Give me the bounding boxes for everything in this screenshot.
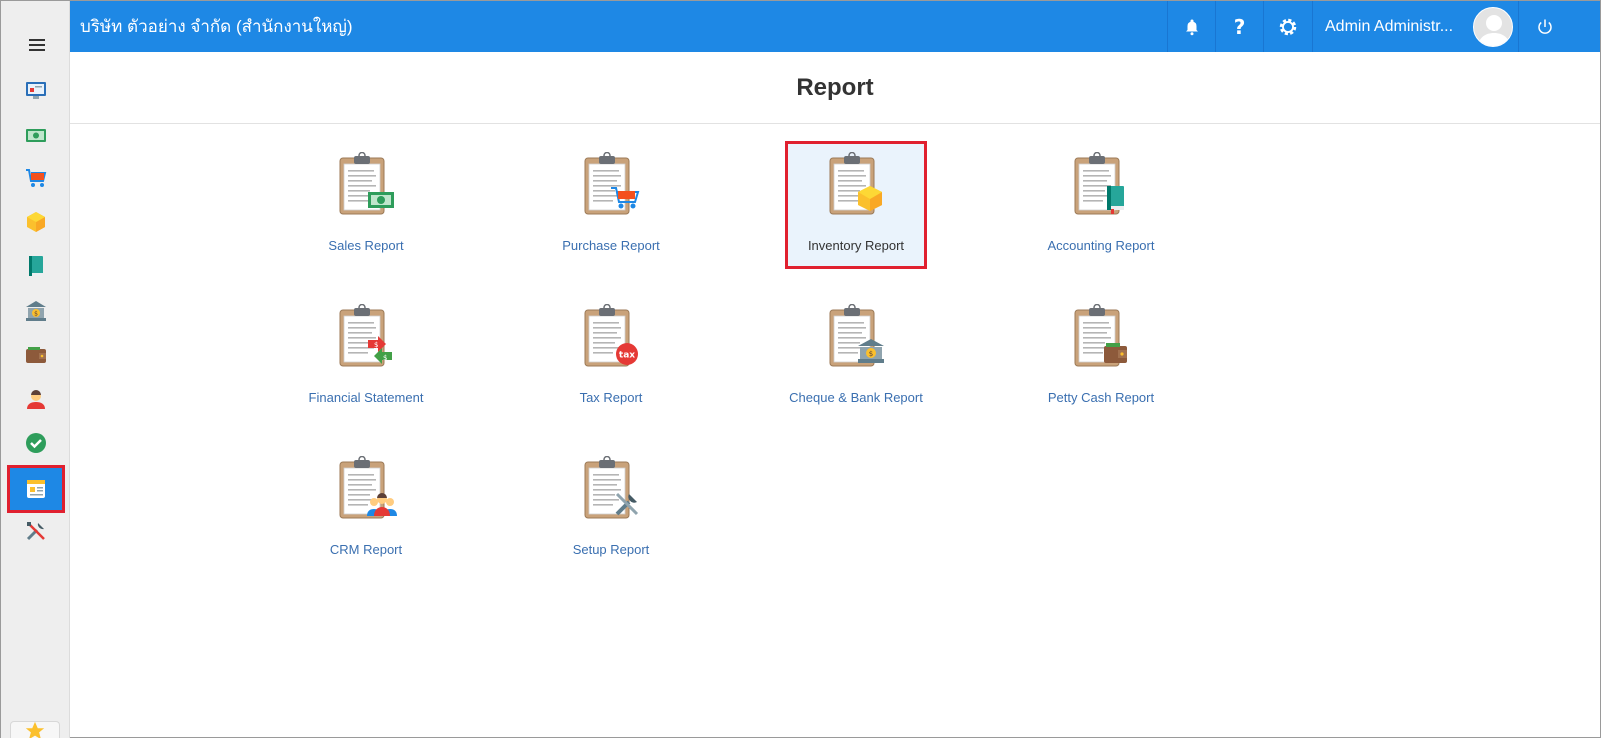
report-icon xyxy=(27,480,45,498)
sidebar-item-petty-cash[interactable] xyxy=(1,335,70,375)
svg-text:$: $ xyxy=(869,350,873,358)
menu-icon[interactable] xyxy=(29,39,45,51)
sales-report-icon xyxy=(339,152,394,215)
sidebar: $ xyxy=(1,1,70,738)
sidebar-item-approve[interactable] xyxy=(1,423,70,463)
check-icon xyxy=(25,433,46,453)
svg-text:$: $ xyxy=(383,354,387,362)
tile-crm-report[interactable]: CRM Report xyxy=(298,448,434,570)
user-name: Admin Administr... xyxy=(1325,17,1454,35)
sidebar-item-report[interactable] xyxy=(7,465,65,513)
page-header: Report xyxy=(70,52,1600,124)
financial-statement-icon: $$ xyxy=(339,304,392,367)
settings-button[interactable] xyxy=(1263,1,1312,52)
tile-accounting-report[interactable]: Accounting Report xyxy=(1033,144,1169,266)
power-icon xyxy=(1537,19,1552,34)
cart-icon xyxy=(25,169,46,187)
tile-label: Financial Statement xyxy=(308,390,424,405)
page-title: Report xyxy=(796,73,874,101)
sidebar-item-purchase[interactable] xyxy=(1,158,70,198)
box-icon xyxy=(26,212,45,232)
crm-report-icon xyxy=(339,456,397,519)
top-bar: บริษัท ตัวอย่าง จำกัด (สำนักงานใหญ่) ? A… xyxy=(70,1,1600,52)
sidebar-item-sales[interactable] xyxy=(1,115,70,155)
purchase-report-icon xyxy=(584,152,640,215)
star-icon xyxy=(25,722,45,738)
tile-purchase-report[interactable]: Purchase Report xyxy=(543,144,679,266)
favorites-tab[interactable] xyxy=(10,721,60,738)
tile-label: Tax Report xyxy=(579,390,643,405)
logout-button[interactable] xyxy=(1518,1,1570,52)
tile-label: Accounting Report xyxy=(1047,238,1155,253)
sidebar-item-inventory[interactable] xyxy=(1,202,70,242)
sidebar-item-setup[interactable] xyxy=(1,511,70,551)
tile-label: Sales Report xyxy=(328,238,404,253)
tile-petty-cash-report[interactable]: Petty Cash Report xyxy=(1033,296,1169,418)
company-name: บริษัท ตัวอย่าง จำกัด (สำนักงานใหญ่) xyxy=(80,17,353,36)
tile-financial-statement[interactable]: $ $ Financial Statement xyxy=(298,296,434,418)
svg-text:$: $ xyxy=(34,311,38,318)
tile-label: Inventory Report xyxy=(807,238,905,253)
tile-label: Cheque & Bank Report xyxy=(789,390,923,405)
tile-cheque-bank-report[interactable]: $ Cheque & Bank Report xyxy=(788,296,924,418)
avatar xyxy=(1473,6,1513,47)
money-icon xyxy=(25,129,46,142)
tax-report-icon: tax xyxy=(584,304,638,367)
wallet-icon xyxy=(25,347,46,363)
tile-label: CRM Report xyxy=(329,542,403,557)
bell-icon xyxy=(1185,19,1198,35)
book-icon xyxy=(28,256,43,276)
tools-icon xyxy=(26,522,45,541)
dashboard-icon xyxy=(25,82,46,99)
tile-inventory-report[interactable]: Inventory Report xyxy=(785,141,927,269)
svg-text:tax: tax xyxy=(619,351,635,361)
inventory-report-icon xyxy=(829,152,882,215)
sidebar-item-crm[interactable] xyxy=(1,379,70,419)
help-icon: ? xyxy=(1233,14,1246,39)
sidebar-item-dashboard[interactable] xyxy=(1,70,70,110)
setup-report-icon xyxy=(584,456,639,519)
sidebar-item-bank[interactable]: $ xyxy=(1,291,70,331)
tile-label: Petty Cash Report xyxy=(1047,390,1155,405)
gear-icon xyxy=(1279,18,1297,35)
svg-text:$: $ xyxy=(374,341,378,349)
contacts-icon xyxy=(26,390,45,409)
tile-setup-report[interactable]: Setup Report xyxy=(543,448,679,570)
help-button[interactable]: ? xyxy=(1215,1,1263,52)
cheque-bank-report-icon: $ xyxy=(829,304,884,367)
tile-label: Purchase Report xyxy=(562,238,660,253)
tile-tax-report[interactable]: tax Tax Report xyxy=(543,296,679,418)
petty-cash-report-icon xyxy=(1074,304,1127,367)
accounting-report-icon xyxy=(1074,152,1124,215)
sidebar-item-accounting[interactable] xyxy=(1,246,70,286)
notifications-button[interactable] xyxy=(1167,1,1215,52)
tile-sales-report[interactable]: Sales Report xyxy=(298,144,434,266)
bank-icon: $ xyxy=(25,301,46,321)
tile-label: Setup Report xyxy=(572,542,650,557)
